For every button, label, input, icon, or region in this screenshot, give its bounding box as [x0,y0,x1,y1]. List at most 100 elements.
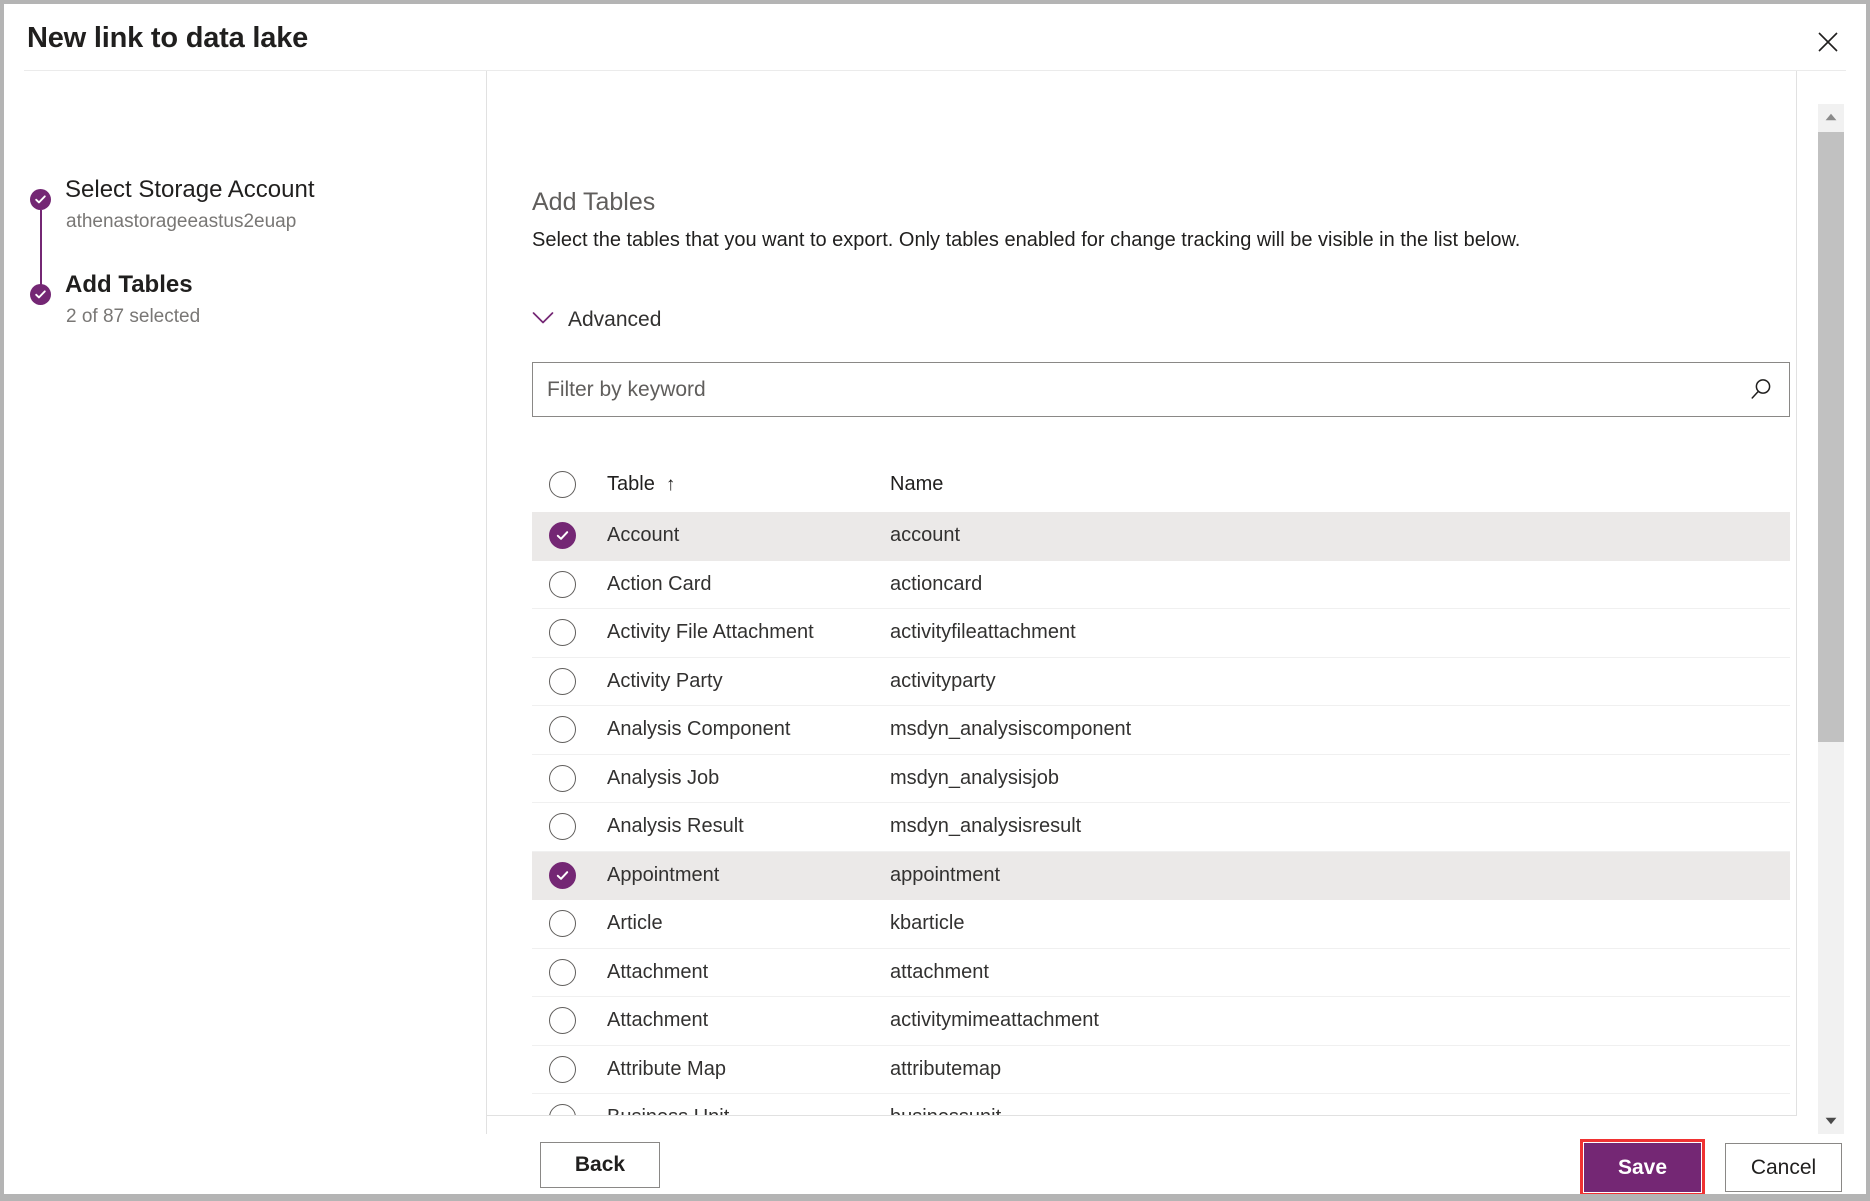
sort-ascending-icon: ↑ [666,474,676,495]
row-cell-name: msdyn_analysisresult [890,815,1790,838]
select-all-checkbox[interactable] [549,471,576,498]
row-checkbox-cell [532,619,607,646]
table-row[interactable]: Activity Partyactivityparty [532,658,1790,707]
sidebar-step-label: Select Storage Account [65,176,315,204]
row-checkbox[interactable] [549,619,576,646]
scroll-up-arrow-icon[interactable] [1818,104,1844,130]
table-row[interactable]: Articlekbarticle [532,900,1790,949]
row-cell-name: activityparty [890,670,1790,693]
row-checkbox-cell [532,765,607,792]
row-cell-table: Business Unit [607,1106,890,1116]
row-cell-name: actioncard [890,573,1790,596]
main-content-panel: Add Tables Select the tables that you wa… [487,71,1866,1116]
row-checkbox-cell [532,862,607,889]
table-row[interactable]: Analysis Jobmsdyn_analysisjob [532,755,1790,804]
row-cell-name: attachment [890,961,1790,984]
scrollbar-thumb[interactable] [1818,132,1844,742]
search-input[interactable] [533,363,1733,416]
row-checkbox[interactable] [549,1104,576,1116]
dialog-header: New link to data lake [4,4,1866,70]
search-icon[interactable] [1733,363,1789,416]
row-checkbox-cell [532,668,607,695]
row-checkbox[interactable] [549,813,576,840]
back-button[interactable]: Back [540,1142,660,1188]
row-checkbox-cell [532,522,607,549]
row-cell-name: businessunit [890,1106,1790,1116]
sidebar-step-label: Add Tables [65,271,193,299]
cancel-button[interactable]: Cancel [1725,1143,1842,1192]
column-header-name[interactable]: Name [890,473,1790,496]
page-title: New link to data lake [27,22,308,55]
row-cell-table: Action Card [607,573,890,596]
row-cell-table: Attachment [607,961,890,984]
table-row[interactable]: Attribute Mapattributemap [532,1046,1790,1095]
row-cell-table: Account [607,524,890,547]
row-checkbox-cell [532,716,607,743]
column-header-table-label: Table [607,473,655,495]
row-checkbox-cell [532,571,607,598]
row-cell-table: Article [607,912,890,935]
row-cell-name: attributemap [890,1058,1790,1081]
table-row[interactable]: Appointmentappointment [532,852,1790,901]
save-button[interactable]: Save [1584,1143,1701,1192]
row-checkbox-cell [532,813,607,840]
section-title: Add Tables [532,188,655,217]
steps-panel: Select Storage Account athenastorageeast… [4,71,486,1134]
table-row[interactable]: Action Cardactioncard [532,561,1790,610]
row-cell-table: Attribute Map [607,1058,890,1081]
row-cell-table: Activity File Attachment [607,621,890,644]
sidebar-step-sublabel: athenastorageeastus2euap [66,211,296,233]
row-checkbox[interactable] [549,862,576,889]
close-icon[interactable] [1806,22,1850,62]
row-checkbox[interactable] [549,765,576,792]
table-row[interactable]: Business Unitbusinessunit [532,1094,1790,1116]
table-header-row: Table ↑ Name [532,456,1790,512]
row-cell-table: Analysis Result [607,815,890,838]
row-checkbox-cell [532,1104,607,1116]
advanced-toggle[interactable]: Advanced [532,308,661,332]
row-cell-name: account [890,524,1790,547]
table-row[interactable]: Accountaccount [532,512,1790,561]
row-checkbox[interactable] [549,668,576,695]
column-header-name-label: Name [890,473,943,495]
search-box[interactable] [532,362,1790,417]
chevron-down-icon [532,311,554,330]
row-cell-name: activitymimeattachment [890,1009,1790,1032]
row-cell-table: Analysis Component [607,718,890,741]
advanced-label: Advanced [568,308,661,332]
select-all-cell [532,471,607,498]
row-checkbox-cell [532,910,607,937]
check-circle-icon [30,189,51,210]
sidebar-step-sublabel: 2 of 87 selected [66,306,200,328]
row-cell-name: kbarticle [890,912,1790,935]
main-content-inner: Add Tables Select the tables that you wa… [487,71,1797,1116]
row-cell-name: appointment [890,864,1790,887]
row-checkbox-cell [532,1056,607,1083]
row-cell-table: Appointment [607,864,890,887]
row-cell-name: activityfileattachment [890,621,1790,644]
row-checkbox[interactable] [549,716,576,743]
row-cell-name: msdyn_analysisjob [890,767,1790,790]
tables-list: Table↑ Name AccountaccountAction Cardact… [532,456,1790,1116]
step-connector-line [40,210,42,285]
row-checkbox[interactable] [549,571,576,598]
row-cell-table: Activity Party [607,670,890,693]
row-checkbox[interactable] [549,522,576,549]
table-row[interactable]: Attachmentactivitymimeattachment [532,997,1790,1046]
row-checkbox[interactable] [549,1056,576,1083]
row-checkbox[interactable] [549,1007,576,1034]
table-row[interactable]: Analysis Componentmsdyn_analysiscomponen… [532,706,1790,755]
row-checkbox[interactable] [549,910,576,937]
column-header-table[interactable]: Table ↑ [607,473,890,496]
table-row[interactable]: Analysis Resultmsdyn_analysisresult [532,803,1790,852]
row-checkbox[interactable] [549,959,576,986]
vertical-scrollbar[interactable] [1818,104,1844,1134]
dialog-window: New link to data lake Select Storage Acc… [0,0,1870,1201]
row-cell-name: msdyn_analysiscomponent [890,718,1790,741]
section-description: Select the tables that you want to expor… [532,229,1520,252]
row-cell-table: Analysis Job [607,767,890,790]
table-row[interactable]: Attachmentattachment [532,949,1790,998]
row-checkbox-cell [532,959,607,986]
table-row[interactable]: Activity File Attachmentactivityfileatta… [532,609,1790,658]
scroll-down-arrow-icon[interactable] [1818,1108,1844,1134]
